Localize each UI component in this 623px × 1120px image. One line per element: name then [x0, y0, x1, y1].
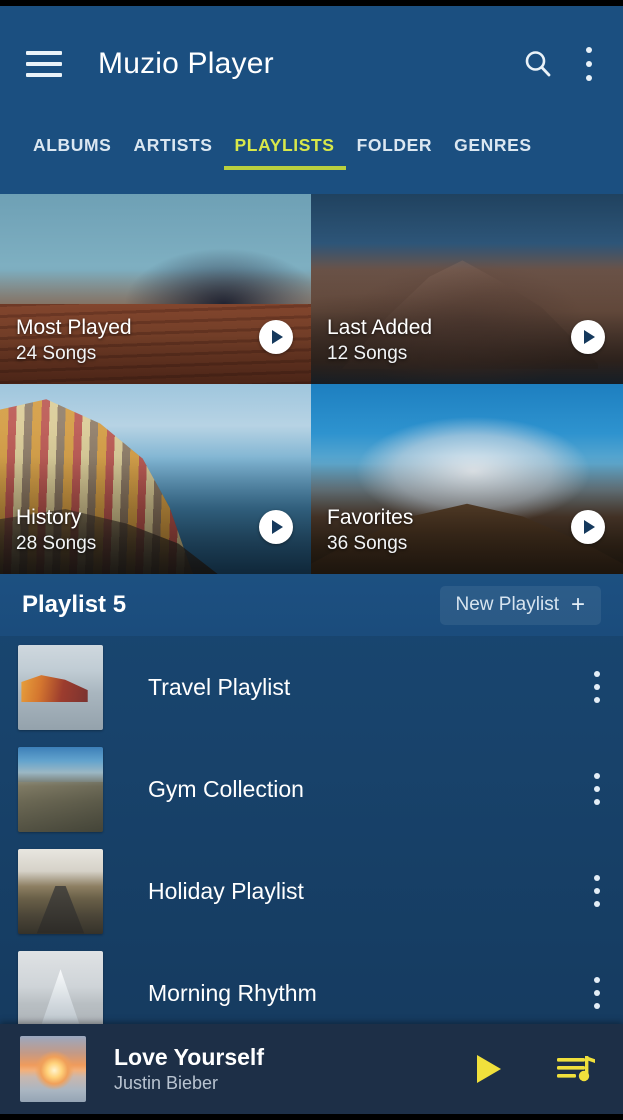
- tab-albums[interactable]: ALBUMS: [22, 135, 122, 170]
- featured-card-name: Favorites: [327, 505, 414, 529]
- playlist-thumbnail: [18, 644, 103, 730]
- section-title: Playlist 5: [22, 591, 127, 618]
- tab-genres[interactable]: GENRES: [443, 135, 543, 170]
- playlist-name: Holiday Playlist: [148, 877, 304, 904]
- tab-bar: ALBUMS ARTISTS PLAYLISTS FOLDER GENRES: [0, 121, 623, 194]
- featured-card-labels: Favorites 36 Songs: [327, 505, 413, 556]
- tab-artists[interactable]: ARTISTS: [122, 135, 223, 170]
- overflow-menu-icon[interactable]: [593, 875, 601, 907]
- page-title: Muzio Player: [98, 46, 274, 80]
- play-icon[interactable]: [259, 320, 293, 354]
- featured-card-count: 24 Songs: [16, 342, 97, 364]
- search-icon[interactable]: [521, 47, 555, 81]
- now-playing-artwork: [20, 1036, 86, 1102]
- tab-playlists[interactable]: PLAYLISTS: [223, 135, 346, 170]
- playlist-thumbnail: [18, 950, 103, 1036]
- featured-card-last-added[interactable]: Last Added 12 Songs: [311, 194, 623, 384]
- app-bar: Muzio Player: [0, 6, 623, 121]
- featured-card-labels: Most Played 24 Songs: [16, 315, 132, 366]
- featured-card-count: 36 Songs: [327, 532, 408, 554]
- playlist-thumbnail: [18, 746, 103, 832]
- now-playing-artist: Justin Bieber: [114, 1072, 219, 1093]
- featured-playlist-grid: Most Played 24 Songs Last Added 12 Songs: [0, 194, 623, 574]
- now-playing-title: Love Yourself: [114, 1043, 264, 1070]
- featured-card-favorites[interactable]: Favorites 36 Songs: [311, 384, 623, 574]
- phone-screenshot: Muzio Player ALBUMS ARTISTS PLAYLISTS FO…: [0, 0, 623, 1120]
- featured-card-most-played[interactable]: Most Played 24 Songs: [0, 194, 311, 384]
- play-icon[interactable]: [259, 510, 293, 544]
- featured-card-history[interactable]: History 28 Songs: [0, 384, 311, 574]
- featured-card-count: 28 Songs: [16, 532, 97, 554]
- list-item[interactable]: Gym Collection: [0, 738, 623, 840]
- featured-card-labels: Last Added 12 Songs: [327, 315, 432, 366]
- new-playlist-label: New Playlist: [455, 593, 559, 615]
- device-bezel-top: [0, 0, 623, 6]
- playlist-name: Morning Rhythm: [148, 979, 317, 1006]
- featured-card-count: 12 Songs: [327, 342, 408, 364]
- new-playlist-button[interactable]: New Playlist +: [439, 585, 601, 625]
- app-screen: Muzio Player ALBUMS ARTISTS PLAYLISTS FO…: [0, 6, 623, 1114]
- featured-card-name: History: [16, 505, 82, 529]
- playlist-name: Travel Playlist: [148, 673, 291, 700]
- playlist-name: Gym Collection: [148, 775, 304, 802]
- now-playing-bar[interactable]: Love Yourself Justin Bieber: [0, 1024, 623, 1114]
- play-icon[interactable]: [571, 320, 605, 354]
- overflow-menu-icon[interactable]: [585, 46, 593, 81]
- featured-card-labels: History 28 Songs: [16, 505, 96, 556]
- featured-card-name: Last Added: [327, 315, 433, 339]
- featured-card-name: Most Played: [16, 315, 132, 339]
- playlist-section-header: Playlist 5 New Playlist +: [0, 574, 623, 636]
- play-icon[interactable]: [469, 1049, 509, 1089]
- overflow-menu-icon[interactable]: [593, 977, 601, 1009]
- overflow-menu-icon[interactable]: [593, 671, 601, 703]
- tab-folder[interactable]: FOLDER: [346, 135, 444, 170]
- playlist-thumbnail: [18, 848, 103, 934]
- playlist-list: Travel Playlist Gym Collection Holiday P…: [0, 636, 623, 1044]
- list-item[interactable]: Travel Playlist: [0, 636, 623, 738]
- play-icon[interactable]: [571, 510, 605, 544]
- overflow-menu-icon[interactable]: [593, 773, 601, 805]
- device-bezel-bottom: [0, 1114, 623, 1120]
- queue-music-icon[interactable]: [555, 1051, 597, 1087]
- list-item[interactable]: Holiday Playlist: [0, 840, 623, 942]
- hamburger-menu-icon[interactable]: [26, 50, 62, 77]
- plus-icon: +: [570, 590, 585, 618]
- now-playing-meta: Love Yourself Justin Bieber: [114, 1043, 469, 1095]
